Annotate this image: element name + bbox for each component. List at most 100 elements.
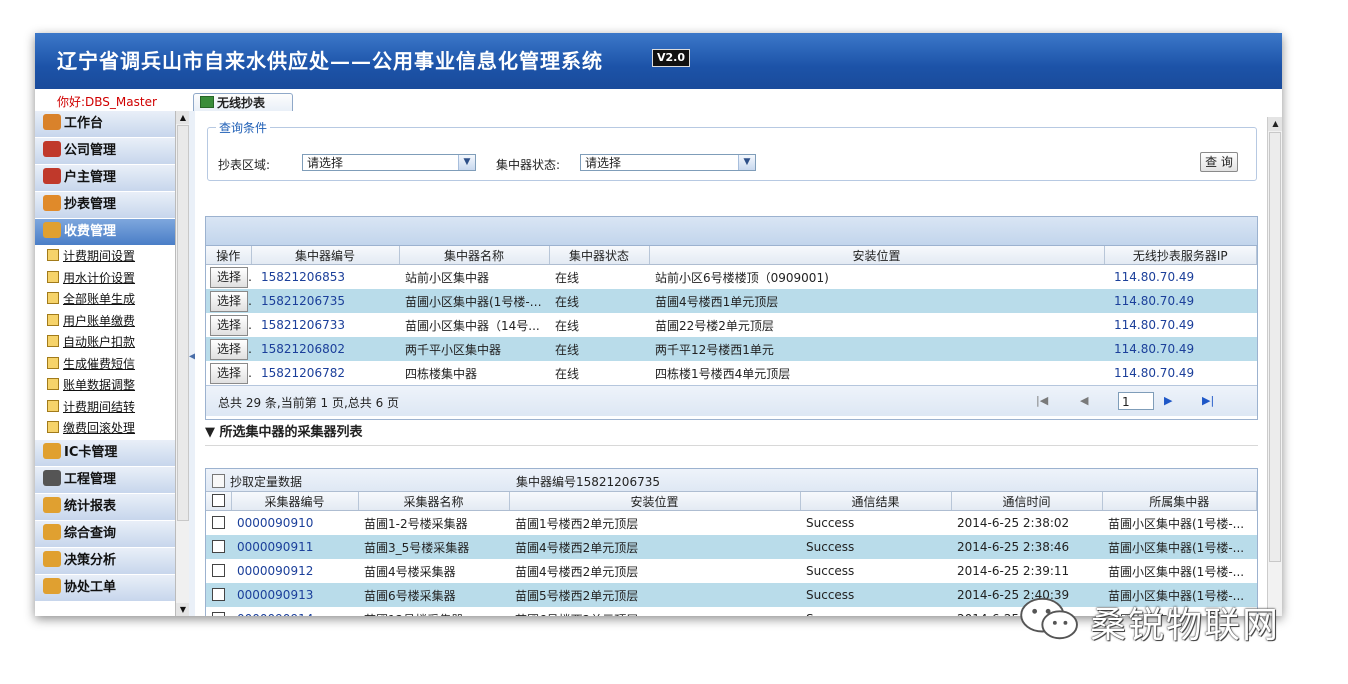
table-row[interactable]: 0000090911 苗圃3_5号楼采集器 苗圃4号楼西2单元顶层 Success 20… [206,535,1257,559]
action-cell: 选择 [206,265,251,290]
sidebar-group-bottom-4[interactable]: 决策分析 [35,547,175,575]
column-header[interactable]: 集中器名称 [399,246,550,265]
sidebar-group-bottom-3[interactable]: 综合查询 [35,520,175,548]
doc-icon [47,421,59,433]
table-row[interactable]: 选择 15821206782 四栋楼集中器 在线 四栋楼1号楼西4单元顶层 114.80.… [206,361,1257,385]
select-button[interactable]: 选择 [210,338,248,360]
row-checkbox[interactable] [212,515,225,529]
sidebar-group-bottom-1[interactable]: 工程管理 [35,466,175,494]
scroll-thumb[interactable] [177,125,189,521]
select-all-checkbox[interactable] [211,493,225,507]
sidebar-group-bottom-2[interactable]: 统计报表 [35,493,175,521]
select-button[interactable]: 选择 [210,290,248,312]
sidebar-group-label: 收费管理 [64,224,117,239]
sidebar-subitem-8[interactable]: 缴费回滚处理 [35,418,175,440]
collector-toolbar: 抄取定量数据 集中器编号15821206735 [206,469,1257,492]
column-header[interactable]: 采集器名称 [358,492,510,511]
sidebar-subitem-6[interactable]: 账单数据调整 [35,375,175,397]
comm-result: Success [800,583,951,607]
doc-icon [47,378,59,390]
column-header[interactable]: 操作 [206,246,252,265]
collector-section-header[interactable]: ▼ 所选集中器的采集器列表 [205,421,1258,446]
collector-id: 0000090911 [231,535,358,559]
column-header[interactable]: 通信结果 [800,492,952,511]
table-row[interactable]: 0000090912 苗圃4号楼采集器 苗圃4号楼西2单元顶层 Success 2014… [206,559,1257,583]
comm-result: Success [800,607,951,616]
table-row[interactable]: 0000090910 苗圃1-2号楼采集器 苗圃1号楼西2单元顶层 Success 20… [206,511,1257,536]
concentrator-id: 15821206735 [251,289,399,313]
row-checkbox[interactable] [212,611,225,616]
scroll-up-icon[interactable]: ▲ [1268,117,1282,131]
scroll-down-icon[interactable]: ▼ [176,603,190,616]
column-header[interactable]: 通信时间 [951,492,1103,511]
chevron-down-icon[interactable]: ▼ [738,155,755,170]
column-header[interactable]: 安装位置 [649,246,1105,265]
sidebar-subitem-2[interactable]: 全部账单生成 [35,289,175,311]
chevron-down-icon[interactable]: ▼ [458,155,475,170]
concentrator-table: 操作 集中器编号 集中器名称 集中器状态 安装位置 无线抄表服务器IP 选择 1582120… [206,246,1257,385]
column-header[interactable]: 安装位置 [509,492,801,511]
sidebar-scrollbar[interactable]: ▲ ▼ [175,111,190,616]
row-checkbox[interactable] [212,539,225,553]
select-button[interactable]: 选择 [210,266,248,288]
sidebar-subitem-4[interactable]: 自动账户扣款 [35,332,175,354]
read-data-button[interactable]: 抄取定量数据 [212,473,302,490]
table-row[interactable]: 选择 15821206853 站前小区集中器 在线 站前小区6号楼楼顶（0909001)… [206,265,1257,290]
concentrator-name: 苗圃小区集中器（14号... [405,318,540,333]
column-header[interactable]: 集中器编号 [251,246,400,265]
owner-icon [43,168,61,184]
scroll-thumb[interactable] [1269,132,1281,562]
column-header[interactable]: 所属集中器 [1102,492,1257,511]
column-header[interactable]: 无线抄表服务器IP [1104,246,1257,265]
sidebar-subitem-label: 缴费回滚处理 [63,421,136,435]
table-row[interactable]: 选择 15821206802 两千平小区集中器 在线 两千平12号楼西1单元 114.80… [206,337,1257,361]
checkbox-cell [206,583,231,607]
search-button[interactable]: 查 询 [1200,152,1238,172]
status-select[interactable]: 请选择 ▼ [580,154,756,171]
sidebar-group-top-0[interactable]: 工作台 [35,111,175,138]
status-label: 集中器状态: [496,158,561,172]
column-header[interactable]: 集中器状态 [549,246,650,265]
prev-page-icon[interactable]: ◀ [1080,394,1088,407]
table-row[interactable]: 选择 15821206733 苗圃小区集中器（14号... 在线 苗圃22号楼2单元顶层… [206,313,1257,337]
last-page-icon[interactable]: ▶| [1202,394,1214,407]
checkbox-cell [206,607,231,616]
area-select[interactable]: 请选择 ▼ [302,154,476,171]
sidebar-subitem-0[interactable]: 计费期间设置 [35,246,175,268]
tab-icon [200,96,214,108]
sidebar-group-top-1[interactable]: 公司管理 [35,138,175,165]
action-cell: 选择 [206,361,251,385]
tab-wireless-reading[interactable]: 无线抄表 [193,93,293,113]
sidebar-subitem-3[interactable]: 用户账单缴费 [35,311,175,333]
ic-card-icon [43,442,61,459]
sidebar-group-bottom-0[interactable]: IC卡管理 [35,439,175,467]
install-location: 苗圃6号楼西2单元顶层 [509,607,800,617]
select-button[interactable]: 选择 [210,314,248,336]
workorder-icon [43,577,61,594]
select-all-header[interactable] [206,492,232,511]
engineering-icon [43,469,61,486]
sidebar-group-top-2[interactable]: 户主管理 [35,165,175,192]
sidebar-group-bottom-5[interactable]: 协处工单 [35,574,175,602]
row-checkbox[interactable] [212,587,225,601]
sidebar-group-top-4[interactable]: 收费管理 [35,219,175,246]
install-location: 两千平12号楼西1单元 [649,337,1104,361]
sidebar-subitem-1[interactable]: 用水计价设置 [35,268,175,290]
comm-time: 2014-6-25 2:38:02 [957,516,1070,530]
caret-down-icon[interactable]: ▼ [205,425,215,440]
row-checkbox[interactable] [212,563,225,577]
page-number-input[interactable]: 1 [1118,392,1154,410]
action-cell: 选择 [206,313,251,337]
main-scrollbar[interactable]: ▲ [1267,117,1282,616]
next-page-icon[interactable]: ▶ [1164,394,1172,407]
sidebar-subitem-7[interactable]: 计费期间结转 [35,397,175,419]
first-page-icon[interactable]: |◀ [1036,394,1048,407]
concentrator-grid: 操作 集中器编号 集中器名称 集中器状态 安装位置 无线抄表服务器IP 选择 1582120… [205,216,1258,420]
server-ip: 114.80.70.49 [1114,318,1195,332]
sidebar-group-top-3[interactable]: 抄表管理 [35,192,175,219]
scroll-up-icon[interactable]: ▲ [176,111,190,124]
column-header[interactable]: 采集器编号 [231,492,359,511]
table-row[interactable]: 选择 15821206735 苗圃小区集中器(1号楼-1... 在线 苗圃4号楼西1单元… [206,289,1257,313]
select-button[interactable]: 选择 [210,362,248,384]
sidebar-subitem-5[interactable]: 生成催费短信 [35,354,175,376]
